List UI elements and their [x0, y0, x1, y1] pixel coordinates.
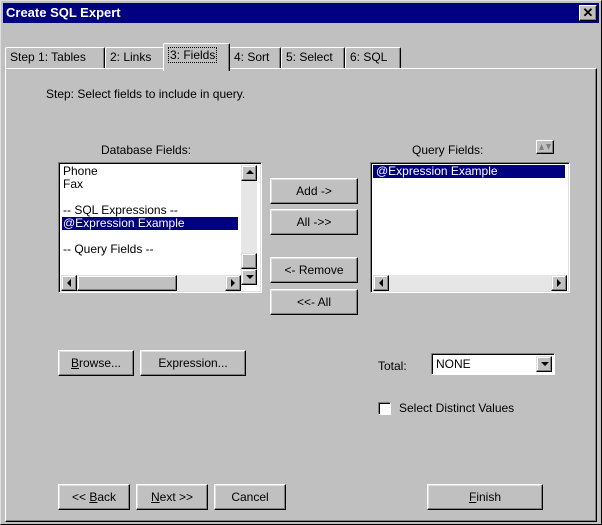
select-distinct-label: Select Distinct Values	[399, 401, 515, 415]
scroll-left-button[interactable]	[373, 275, 389, 291]
horizontal-scrollbar[interactable]	[373, 275, 567, 291]
scroll-right-button[interactable]	[551, 275, 567, 291]
list-item[interactable]: -- Query Fields --	[62, 243, 238, 256]
list-item[interactable]: Fax	[62, 178, 238, 191]
tab-links[interactable]: 2: Links	[105, 47, 165, 69]
scroll-right-button[interactable]	[225, 275, 241, 291]
tab-sql[interactable]: 6: SQL	[345, 47, 401, 69]
triangle-left-icon	[379, 279, 383, 287]
list-item-selected[interactable]: @Expression Example	[62, 217, 238, 230]
total-label: Total:	[378, 359, 407, 373]
reorder-up-down-icon[interactable]	[536, 140, 554, 154]
select-distinct-checkbox[interactable]	[378, 402, 391, 415]
scroll-up-button[interactable]	[241, 165, 257, 181]
vertical-scroll-thumb[interactable]	[241, 253, 257, 269]
window-title: Create SQL Expert	[6, 5, 121, 20]
remove-all-button[interactable]: <<- All	[270, 289, 358, 315]
up-down-arrows-icon	[539, 144, 551, 150]
triangle-right-icon	[231, 279, 235, 287]
finish-button[interactable]: Finish	[427, 484, 543, 510]
tab-select[interactable]: 5: Select	[281, 47, 345, 69]
expression-button[interactable]: Expression...	[140, 350, 246, 376]
cancel-button[interactable]: Cancel	[214, 484, 286, 510]
database-fields-label: Database Fields:	[101, 143, 192, 157]
database-fields-list[interactable]: Phone Fax -- SQL Expressions -- @Express…	[58, 162, 262, 293]
triangle-up-icon	[246, 170, 254, 174]
browse-button[interactable]: Browse...	[58, 350, 134, 376]
add-button[interactable]: Add ->	[270, 178, 358, 204]
scroll-left-button[interactable]	[61, 275, 77, 291]
close-icon: ✕	[582, 5, 594, 20]
title-bar: Create SQL Expert ✕	[3, 3, 599, 23]
dropdown-button[interactable]	[536, 356, 552, 372]
create-sql-expert-window: Create SQL Expert ✕ Step 1: Tables 2: Li…	[0, 0, 602, 525]
triangle-down-icon	[246, 275, 254, 279]
triangle-left-icon	[67, 279, 71, 287]
tab-sort[interactable]: 4: Sort	[229, 47, 281, 69]
add-all-button[interactable]: All ->>	[270, 209, 358, 235]
total-select[interactable]: NONE	[431, 353, 555, 375]
query-fields-label: Query Fields:	[412, 143, 484, 157]
tab-tables[interactable]: Step 1: Tables	[5, 47, 105, 69]
triangle-right-icon	[557, 279, 561, 287]
scroll-down-button[interactable]	[241, 269, 257, 285]
next-button[interactable]: Next >>	[136, 484, 208, 510]
total-value: NONE	[436, 357, 471, 371]
horizontal-scroll-thumb[interactable]	[77, 275, 177, 291]
close-button[interactable]: ✕	[579, 5, 597, 21]
back-button[interactable]: << Back	[58, 484, 130, 510]
list-item[interactable]: Phone	[62, 165, 238, 178]
tab-fields[interactable]: 3: Fields	[163, 43, 230, 71]
fields-tab-panel: Step: Select fields to include in query.…	[5, 68, 597, 522]
step-instruction: Step: Select fields to include in query.	[46, 87, 246, 101]
chevron-down-icon	[541, 362, 549, 366]
query-fields-list[interactable]: @Expression Example	[370, 162, 570, 293]
remove-button[interactable]: <- Remove	[270, 257, 358, 283]
list-item-selected[interactable]: @Expression Example	[373, 165, 565, 178]
